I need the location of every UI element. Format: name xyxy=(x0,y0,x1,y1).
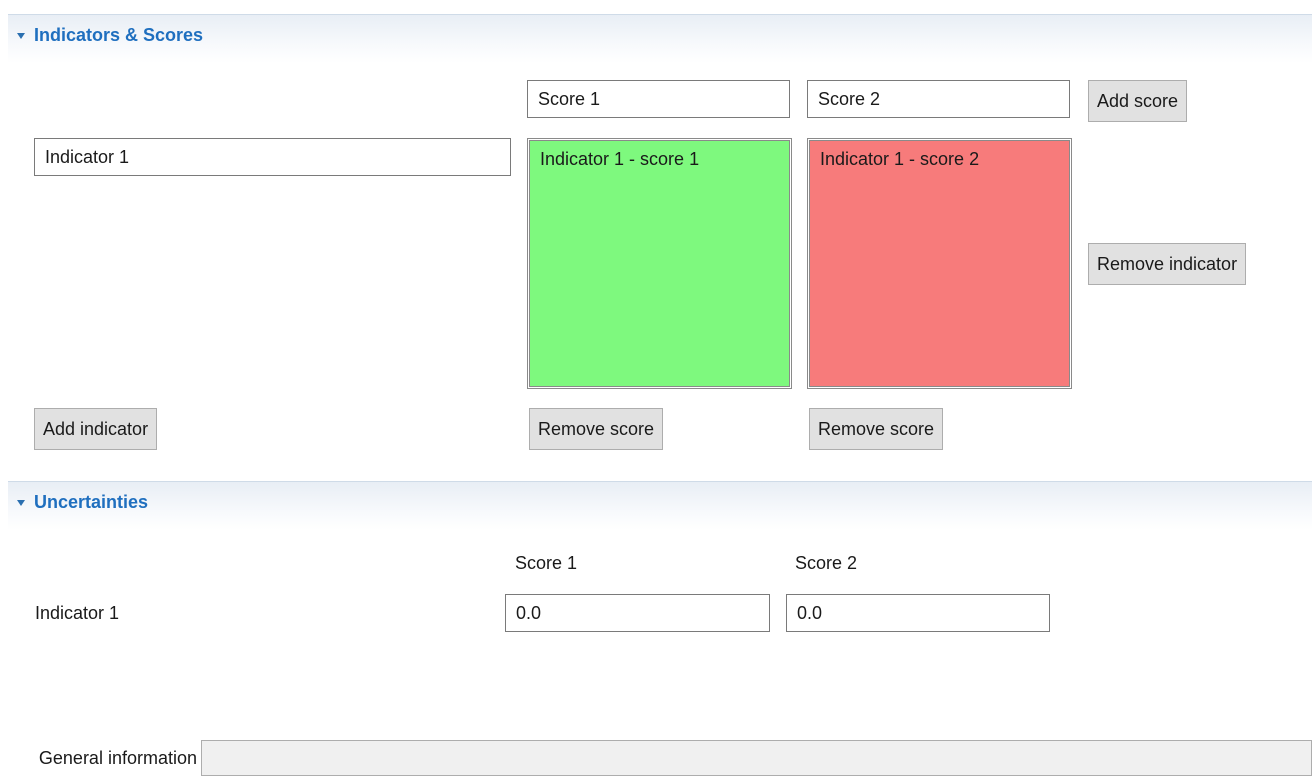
section-title: Indicators & Scores xyxy=(34,25,204,45)
uncertainties-section-header[interactable]: Uncertainties xyxy=(8,481,1312,530)
uncertainty-score-2-header: Score 2 xyxy=(795,553,858,573)
collapse-caret-icon[interactable] xyxy=(17,500,25,506)
uncertainty-indicator-1-score-2-input[interactable]: 0.0 xyxy=(786,594,1050,632)
score-1-name-input[interactable]: Score 1 xyxy=(527,80,790,118)
remove-score-2-button[interactable]: Remove score xyxy=(809,408,944,450)
uncertainty-score-1-header: Score 1 xyxy=(515,553,578,573)
indicator-1-name-input[interactable]: Indicator 1 xyxy=(34,138,511,176)
general-information-field[interactable] xyxy=(201,740,1312,776)
add-indicator-button[interactable]: Add indicator xyxy=(34,408,158,450)
remove-score-1-button[interactable]: Remove score xyxy=(529,408,664,450)
uncertainty-indicator-1-score-1-input[interactable]: 0.0 xyxy=(505,594,770,632)
add-score-button[interactable]: Add score xyxy=(1088,80,1188,122)
indicator-1-score-2-cell[interactable]: Indicator 1 - score 2 xyxy=(808,139,1071,388)
section-title: Uncertainties xyxy=(34,492,149,512)
collapse-caret-icon[interactable] xyxy=(17,33,25,39)
indicators-scores-section-header[interactable]: Indicators & Scores xyxy=(8,14,1312,63)
score-2-name-input[interactable]: Score 2 xyxy=(807,80,1070,118)
indicator-1-score-1-cell[interactable]: Indicator 1 - score 1 xyxy=(528,139,791,388)
general-information-label: General information xyxy=(38,748,197,768)
uncertainty-indicator-1-label: Indicator 1 xyxy=(35,603,120,623)
remove-indicator-button[interactable]: Remove indicator xyxy=(1088,243,1247,285)
